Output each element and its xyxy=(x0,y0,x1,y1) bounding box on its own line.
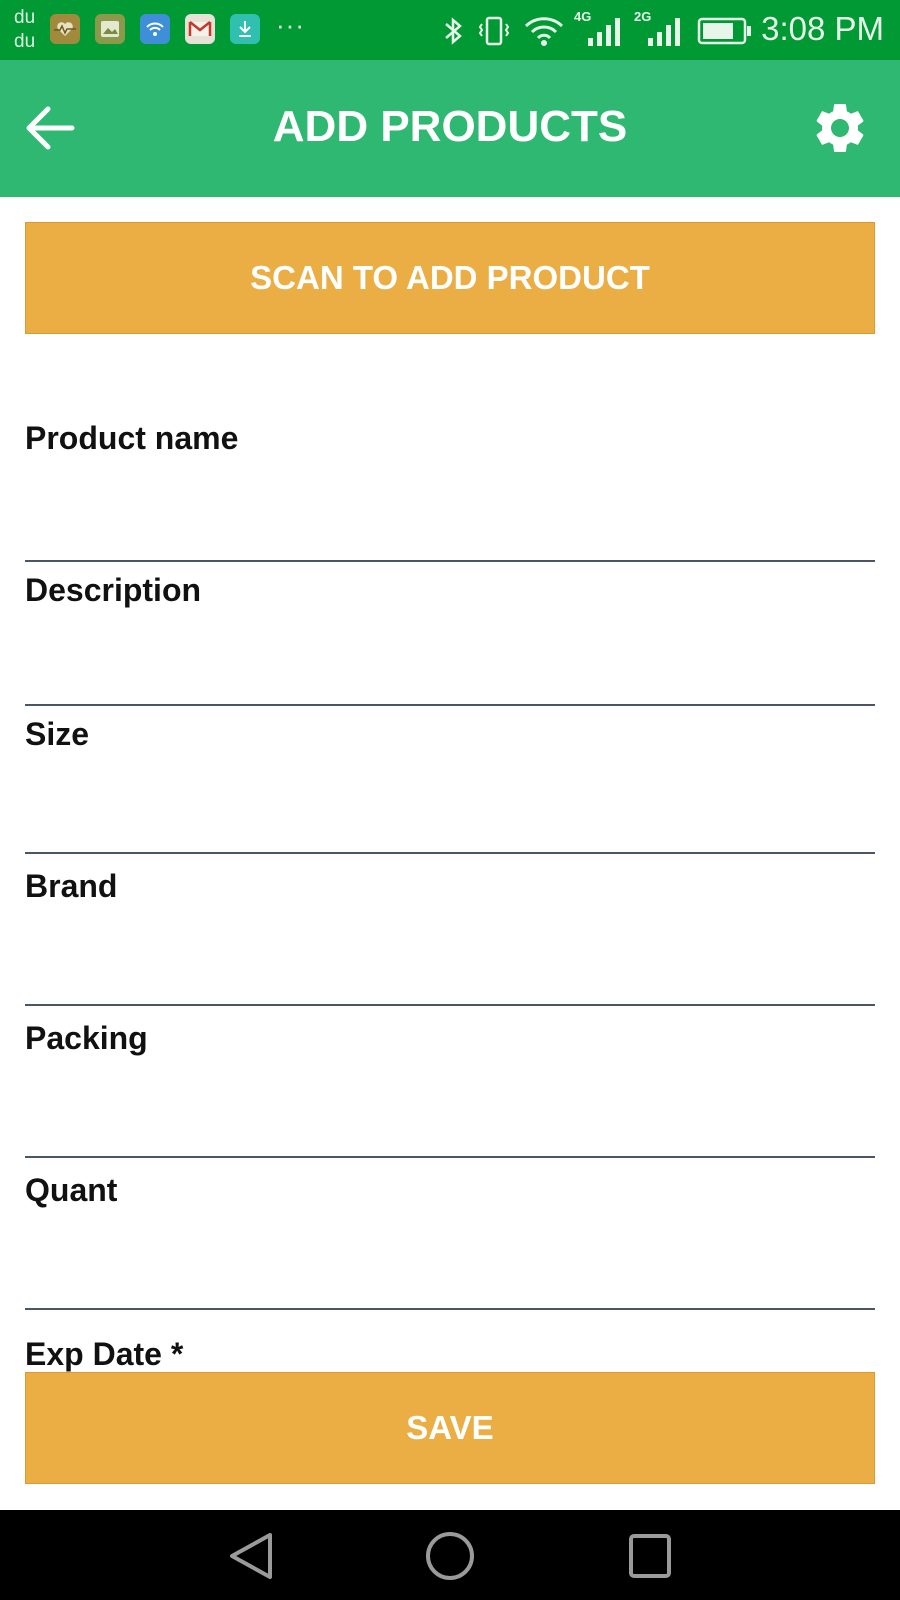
health-app-icon xyxy=(50,14,80,44)
size-input[interactable] xyxy=(25,808,875,854)
gear-icon xyxy=(816,103,864,152)
packing-input[interactable] xyxy=(25,1112,875,1158)
overflow-indicator: ··· xyxy=(276,10,305,40)
product-name-label: Product name xyxy=(25,420,239,456)
wifi-icon xyxy=(522,14,566,53)
gmail-icon xyxy=(185,14,215,44)
quant-field: Quant xyxy=(25,1172,875,1310)
packing-label: Packing xyxy=(25,1020,148,1056)
carrier-line-1: du xyxy=(14,7,36,28)
status-bar: du du ··· 4G 2G 3:08 PM xyxy=(0,0,900,60)
clock: 3:08 PM xyxy=(761,10,884,47)
nav-back-icon xyxy=(230,1533,272,1579)
size-field: Size xyxy=(25,716,875,854)
settings-button[interactable] xyxy=(810,98,870,158)
packing-field: Packing xyxy=(25,1020,875,1158)
description-field: Description xyxy=(25,572,875,706)
nav-home-icon xyxy=(426,1532,474,1580)
download-icon xyxy=(230,14,260,44)
scan-to-add-product-button[interactable]: SCAN TO ADD PRODUCT xyxy=(25,222,875,334)
nav-home-button[interactable] xyxy=(420,1530,480,1582)
nav-back-button[interactable] xyxy=(220,1530,280,1582)
bluetooth-icon xyxy=(440,14,466,53)
battery-icon xyxy=(697,17,753,50)
description-label: Description xyxy=(25,572,202,608)
brand-field: Brand xyxy=(25,868,875,1006)
vibrate-icon xyxy=(476,14,512,53)
carrier-label: du du xyxy=(14,6,35,54)
size-label: Size xyxy=(25,716,90,752)
gallery-icon xyxy=(95,14,125,44)
page-title: ADD PRODUCTS xyxy=(272,102,628,151)
nav-recents-icon xyxy=(629,1534,671,1578)
exp-date-field[interactable]: Exp Date * xyxy=(25,1336,875,1372)
quant-label: Quant xyxy=(25,1172,118,1208)
quant-input[interactable] xyxy=(25,1264,875,1310)
save-button[interactable]: SAVE xyxy=(25,1372,875,1484)
brand-label: Brand xyxy=(25,868,118,904)
carrier-line-2: du xyxy=(14,31,36,52)
description-input[interactable] xyxy=(25,660,875,706)
app-bar: ADD PRODUCTS xyxy=(0,60,900,197)
exp-date-label: Exp Date * xyxy=(25,1336,184,1372)
brand-input[interactable] xyxy=(25,960,875,1006)
product-name-input[interactable] xyxy=(25,516,875,562)
signal-icon xyxy=(646,14,684,53)
signal-icon xyxy=(586,14,624,53)
navigation-bar xyxy=(0,1510,900,1600)
product-name-field: Product name xyxy=(25,420,875,562)
nav-recents-button[interactable] xyxy=(620,1530,680,1582)
wifi-app-icon xyxy=(140,14,170,44)
